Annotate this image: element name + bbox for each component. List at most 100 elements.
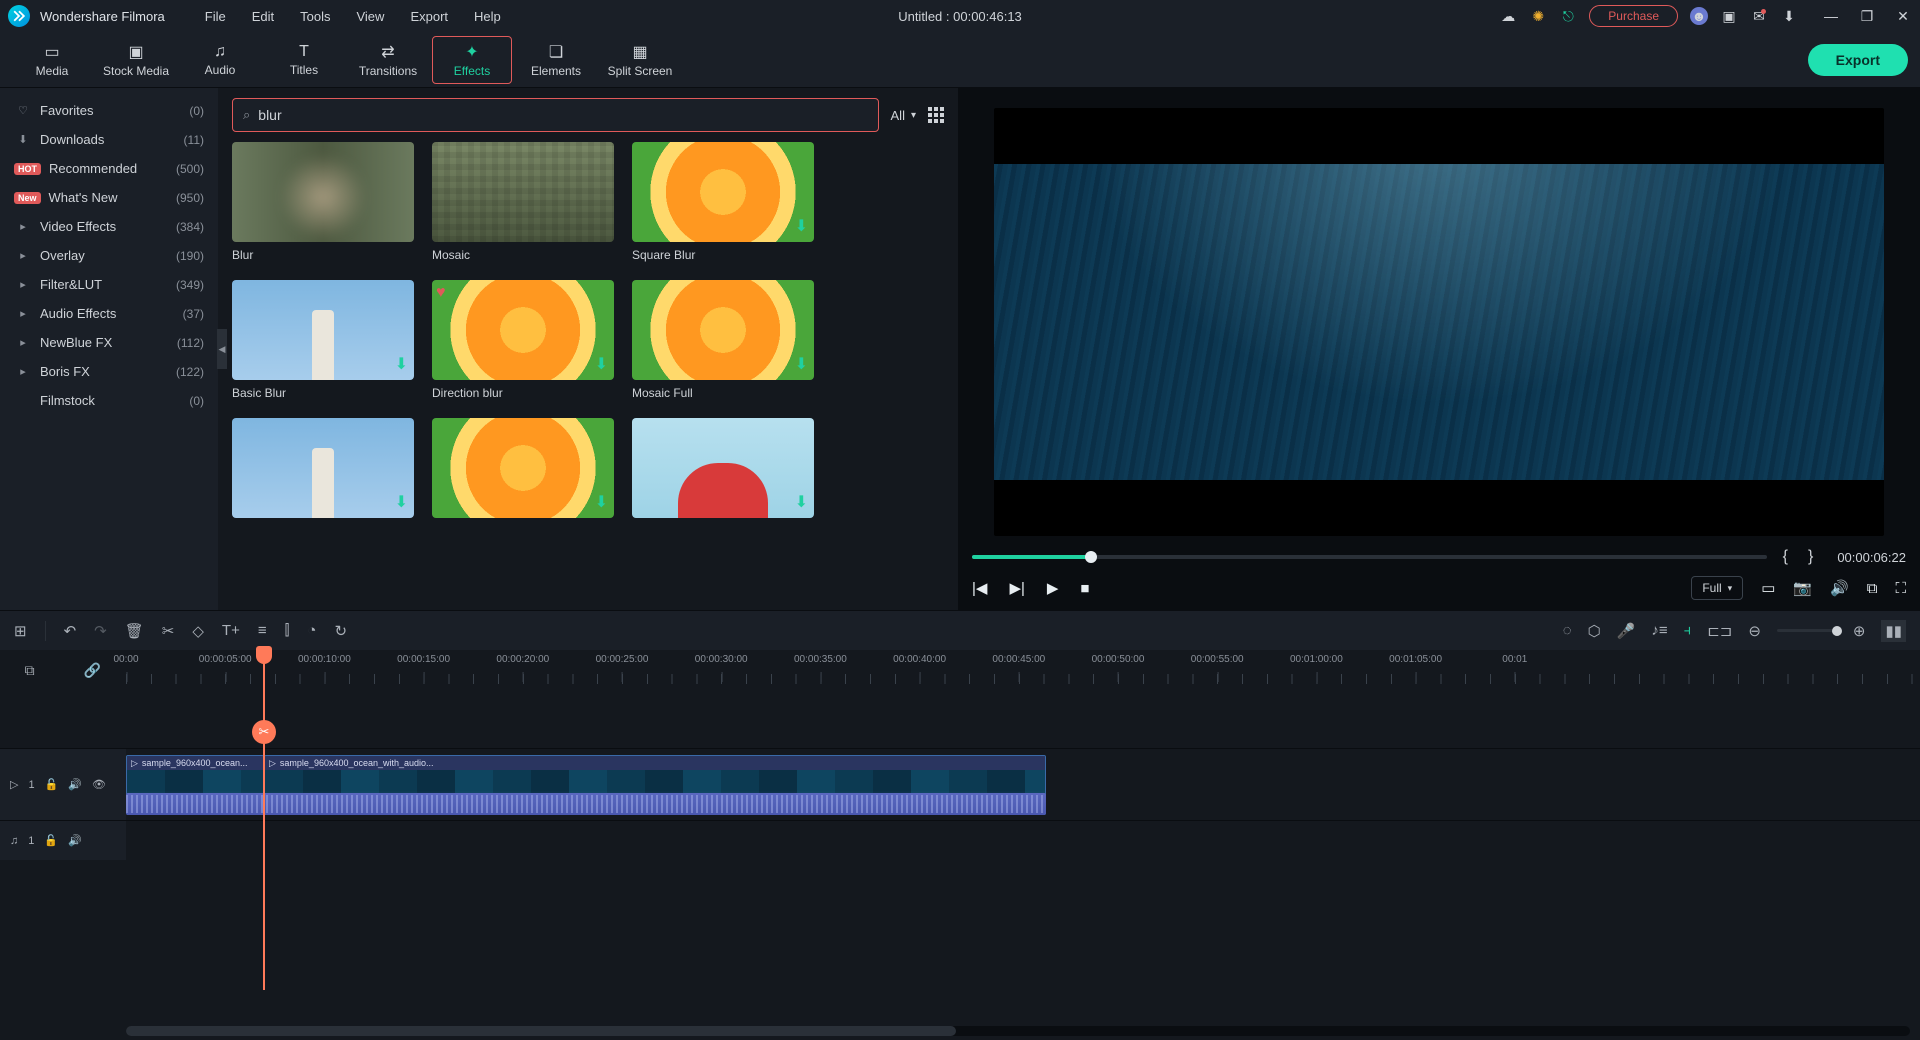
play-back-button[interactable]: ▶| <box>1009 579 1024 597</box>
cut-button[interactable]: ✂ <box>162 622 175 640</box>
track-layout-icon[interactable]: ⧉ <box>25 662 35 679</box>
sparkle-icon[interactable]: ✺ <box>1529 7 1547 25</box>
magnet-icon[interactable]: ⫞ <box>1684 622 1692 639</box>
zoom-out-button[interactable]: ⊖ <box>1748 622 1761 640</box>
download-icon: ⬇ <box>595 354 608 374</box>
meter-icon[interactable]: ▮▮ <box>1881 620 1906 642</box>
mute-icon[interactable]: 🔊 <box>68 834 82 847</box>
speed-icon[interactable]: ◔ <box>307 622 316 639</box>
fullscreen-icon[interactable]: ⛶ <box>1895 580 1906 597</box>
view-toggle[interactable] <box>928 107 944 123</box>
effect-mosaic-full[interactable]: ⬇Mosaic Full <box>632 280 814 400</box>
close-button[interactable]: ✕ <box>1894 7 1912 25</box>
cloud-icon[interactable]: ☁ <box>1499 7 1517 25</box>
effect-mosaic[interactable]: Mosaic <box>432 142 614 262</box>
zoom-slider[interactable] <box>1777 629 1837 632</box>
zoom-in-button[interactable]: ⊕ <box>1853 622 1866 640</box>
quality-select[interactable]: Full▾ <box>1691 576 1743 600</box>
effect-square-blur[interactable]: ⬇Square Blur <box>632 142 814 262</box>
sidebar-item-overlay[interactable]: ▸Overlay(190) <box>0 241 218 270</box>
headset-icon[interactable]: ⎋ <box>1559 7 1577 25</box>
maximize-button[interactable]: ❐ <box>1858 7 1876 25</box>
effects-browser: ◀ ⌕ All ▾ BlurMosaic⬇Square Blur ⬇Basic B… <box>218 88 958 610</box>
video-track-head: ▷ 1 🔓 🔊 👁 <box>0 749 126 820</box>
audio-adjust-icon[interactable]: ⫿ <box>285 622 290 639</box>
effect-card[interactable]: ⬇ <box>632 418 814 524</box>
tag-icon[interactable]: ◇ <box>192 622 204 640</box>
mark-in-button[interactable]: { <box>1779 548 1792 566</box>
menu-file[interactable]: File <box>193 5 238 28</box>
sidebar-item-audio-effects[interactable]: ▸Audio Effects(37) <box>0 299 218 328</box>
marker-icon[interactable]: ⬡ <box>1588 622 1601 640</box>
lock-icon[interactable]: 🔓 <box>45 778 59 791</box>
visibility-icon[interactable]: 👁 <box>92 778 106 791</box>
tab-effects[interactable]: ✦Effects <box>432 36 512 84</box>
mixer-icon[interactable]: ♪≡ <box>1651 622 1667 639</box>
sidebar-item-filmstock[interactable]: Filmstock(0) <box>0 386 218 415</box>
clock-icon[interactable]: ↻ <box>334 622 347 640</box>
download-icon: ⬇ <box>595 492 608 512</box>
menu-help[interactable]: Help <box>462 5 513 28</box>
effect-direction-blur[interactable]: ♥⬇Direction blur <box>432 280 614 400</box>
avatar-icon[interactable]: ☻ <box>1690 7 1708 25</box>
volume-icon[interactable]: 🔊 <box>1830 579 1849 597</box>
audio-waveform[interactable] <box>126 793 1046 815</box>
tab-stock-media[interactable]: ▣Stock Media <box>96 36 176 84</box>
sidebar-item-video-effects[interactable]: ▸Video Effects(384) <box>0 212 218 241</box>
preview-viewport[interactable] <box>994 108 1884 536</box>
display-icon[interactable]: ▭ <box>1761 579 1775 597</box>
export-button[interactable]: Export <box>1808 44 1908 76</box>
effect-card[interactable]: ⬇ <box>232 418 414 524</box>
search-input[interactable] <box>258 107 867 123</box>
stop-button[interactable]: ■ <box>1080 580 1089 597</box>
minimize-button[interactable]: — <box>1822 7 1840 25</box>
redo-button[interactable]: ↷ <box>94 622 107 640</box>
mute-icon[interactable]: 🔊 <box>68 778 82 791</box>
prev-frame-button[interactable]: |◀ <box>972 579 987 597</box>
tab-media[interactable]: ▭Media <box>12 36 92 84</box>
purchase-button[interactable]: Purchase <box>1589 5 1678 27</box>
sidebar-item-recommended[interactable]: HOTRecommended(500) <box>0 154 218 183</box>
search-box[interactable]: ⌕ <box>232 98 879 132</box>
text-icon[interactable]: T+ <box>222 622 240 639</box>
timeline-scrollbar[interactable] <box>126 1026 1910 1036</box>
menu-tools[interactable]: Tools <box>288 5 342 28</box>
undo-button[interactable]: ↶ <box>64 622 77 640</box>
mic-icon[interactable]: 🎤 <box>1617 622 1636 640</box>
sidebar-item-filter-lut[interactable]: ▸Filter&LUT(349) <box>0 270 218 299</box>
download-icon[interactable]: ⬇ <box>1780 7 1798 25</box>
link-icon[interactable]: 🔗 <box>84 662 101 679</box>
sidebar-item-downloads[interactable]: ⬇Downloads(11) <box>0 125 218 154</box>
menu-view[interactable]: View <box>344 5 396 28</box>
range-icon[interactable]: ⊏⊐ <box>1707 622 1732 640</box>
effect-blur[interactable]: Blur <box>232 142 414 262</box>
menu-export[interactable]: Export <box>398 5 460 28</box>
effect-basic-blur[interactable]: ⬇Basic Blur <box>232 280 414 400</box>
mark-out-button[interactable]: } <box>1804 548 1817 566</box>
preview-scrubber[interactable] <box>972 555 1767 559</box>
render-icon[interactable]: ◌ <box>1563 622 1572 639</box>
lock-icon[interactable]: 🔓 <box>44 834 58 847</box>
timeline-ruler[interactable]: 00:0000:00:05:0000:00:10:0000:00:15:0000… <box>126 650 1920 690</box>
collapse-handle[interactable]: ◀ <box>217 329 227 369</box>
sidebar-item-what-s-new[interactable]: NewWhat's New(950) <box>0 183 218 212</box>
tab-elements[interactable]: ❏Elements <box>516 36 596 84</box>
adjust-icon[interactable]: ≡ <box>258 622 267 639</box>
tab-split-screen[interactable]: ▦Split Screen <box>600 36 680 84</box>
filter-select[interactable]: All ▾ <box>891 108 916 123</box>
effect-card[interactable]: ⬇ <box>432 418 614 524</box>
layout-icon[interactable]: ⊞ <box>14 622 27 640</box>
delete-button[interactable]: 🗑 <box>125 622 144 640</box>
sidebar-item-newblue-fx[interactable]: ▸NewBlue FX(112) <box>0 328 218 357</box>
menu-edit[interactable]: Edit <box>240 5 286 28</box>
tab-audio[interactable]: ♫Audio <box>180 36 260 84</box>
save-icon[interactable]: ▣ <box>1720 7 1738 25</box>
tab-transitions[interactable]: ⇄Transitions <box>348 36 428 84</box>
play-button[interactable]: ▶ <box>1047 579 1059 597</box>
sidebar-item-boris-fx[interactable]: ▸Boris FX(122) <box>0 357 218 386</box>
pip-icon[interactable]: ⧉ <box>1867 580 1878 597</box>
snapshot-icon[interactable]: 📷 <box>1793 579 1812 597</box>
tab-titles[interactable]: TTitles <box>264 36 344 84</box>
sidebar-item-favorites[interactable]: ♡Favorites(0) <box>0 96 218 125</box>
mail-icon[interactable]: ✉ <box>1750 7 1768 25</box>
